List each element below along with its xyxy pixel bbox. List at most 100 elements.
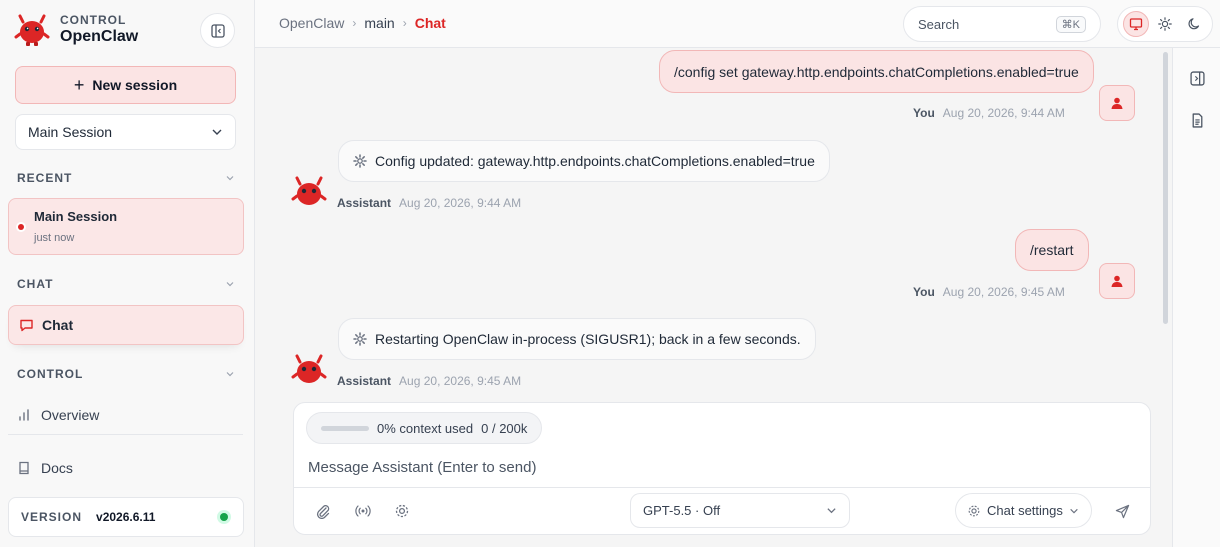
search-shortcut: ⌘K (1055, 15, 1086, 33)
sun-icon (1158, 17, 1172, 31)
gear-icon (353, 332, 367, 346)
broadcast-icon (355, 505, 371, 517)
monitor-icon (1130, 18, 1143, 31)
user-icon (1111, 275, 1123, 287)
message-text: Config updated: gateway.http.endpoints.c… (375, 153, 815, 169)
attach-button[interactable] (312, 500, 334, 522)
message-time: Aug 20, 2026, 9:45 AM (942, 285, 1065, 299)
chevron-down-icon (226, 282, 234, 287)
session-select-value: Main Session (28, 124, 113, 140)
send-icon (1115, 504, 1129, 518)
message-author: Assistant (337, 374, 392, 388)
version-panel: VERSION v2026.6.11 (8, 497, 244, 537)
assistant-avatar (291, 354, 327, 383)
recent-section-header[interactable]: RECENT (17, 171, 235, 185)
breadcrumb-openclaw[interactable]: OpenClaw (279, 15, 344, 31)
theme-switcher (1117, 6, 1213, 42)
new-session-label: New session (92, 77, 178, 93)
sidebar-item-label: Chat (42, 317, 74, 333)
message-text: /config set gateway.http.endpoints.chatC… (674, 63, 1079, 80)
chat-heading: CHAT (17, 277, 54, 291)
breadcrumb-current: Chat (414, 15, 446, 31)
moon-icon (1188, 18, 1199, 30)
user-message-bubble: /config set gateway.http.endpoints.chatC… (659, 50, 1094, 93)
send-button[interactable] (1111, 500, 1133, 522)
chat-settings-button[interactable]: Chat settings (955, 493, 1092, 528)
chevron-down-icon (827, 508, 836, 514)
control-heading: CONTROL (17, 367, 84, 381)
message-meta: You Aug 20, 2026, 9:45 AM (913, 285, 1065, 299)
breadcrumb-main[interactable]: main (364, 15, 394, 31)
document-button[interactable] (1183, 106, 1211, 134)
message-time: Aug 20, 2026, 9:44 AM (942, 106, 1065, 120)
new-session-button[interactable]: + New session (15, 66, 236, 104)
right-rail (1172, 48, 1220, 547)
gear-icon (353, 154, 367, 168)
model-select[interactable]: GPT-5.5 · Off (630, 493, 850, 528)
breadcrumb: OpenClaw › main › Chat (279, 15, 446, 31)
context-usage-label: 0% context used (377, 420, 474, 436)
version-value: v2026.6.11 (96, 510, 156, 524)
sidebar-item-overview[interactable]: Overview (17, 400, 243, 430)
user-message-bubble: /restart (1015, 229, 1089, 271)
brand-kicker: CONTROL (60, 13, 127, 27)
plus-icon: + (73, 75, 85, 95)
recent-session-time: just now (34, 232, 75, 244)
paperclip-icon (316, 505, 330, 519)
collapse-sidebar-button[interactable] (200, 13, 235, 48)
book-icon (19, 461, 29, 475)
voice-button[interactable] (352, 500, 374, 522)
assistant-message-bubble: Config updated: gateway.http.endpoints.c… (338, 140, 830, 182)
session-select[interactable]: Main Session (15, 114, 236, 150)
control-section-header[interactable]: CONTROL (17, 367, 235, 381)
message-text: Restarting OpenClaw in-process (SIGUSR1)… (375, 331, 801, 347)
chevron-down-icon (1070, 508, 1078, 513)
theme-dark-button[interactable] (1181, 11, 1207, 37)
sidebar-item-docs[interactable]: Docs (17, 453, 243, 483)
recent-heading: RECENT (17, 171, 73, 185)
context-usage-count: 0 / 200k (481, 420, 528, 436)
context-usage-pill[interactable]: 0% context used 0 / 200k (306, 412, 543, 444)
assistant-message-bubble: Restarting OpenClaw in-process (SIGUSR1)… (338, 318, 816, 360)
toggle-panel-button[interactable] (1183, 64, 1211, 92)
chat-bubble-icon (20, 319, 33, 331)
version-label: VERSION (21, 510, 83, 524)
user-avatar (1099, 85, 1135, 121)
user-avatar (1099, 263, 1135, 299)
search-input[interactable]: Search ⌘K (903, 6, 1101, 42)
search-placeholder: Search (918, 16, 960, 32)
message-input[interactable] (308, 456, 1128, 478)
message-author: You (913, 285, 935, 299)
message-text: /restart (1030, 242, 1074, 258)
sidebar-divider (8, 434, 243, 435)
document-icon (1192, 112, 1202, 128)
breadcrumb-separator-icon: › (352, 16, 357, 30)
chat-scrollbar[interactable] (1163, 52, 1168, 324)
message-time: Aug 20, 2026, 9:44 AM (399, 196, 522, 210)
sidebar-item-label: Docs (41, 460, 73, 476)
theme-system-button[interactable] (1123, 11, 1150, 37)
chevron-down-icon (226, 372, 234, 377)
model-select-value: GPT-5.5 · Off (643, 503, 721, 518)
theme-light-button[interactable] (1152, 11, 1178, 37)
sidebar-item-chat[interactable]: Chat (8, 305, 244, 345)
connection-status-icon (217, 510, 231, 524)
recent-session-item[interactable]: Main Session just now (8, 198, 244, 255)
chevron-down-icon (212, 129, 222, 135)
chat-settings-label: Chat settings (987, 503, 1063, 518)
message-composer: 0% context used 0 / 200k GPT-5.5 · Off C… (293, 402, 1151, 535)
chevron-down-icon (226, 176, 234, 181)
assistant-avatar (291, 176, 327, 205)
message-meta: You Aug 20, 2026, 9:44 AM (913, 106, 1065, 120)
gear-icon (395, 504, 409, 518)
active-dot-icon (18, 224, 24, 230)
openclaw-logo-icon (14, 14, 50, 46)
sidebar-toggle-icon (210, 23, 225, 38)
message-author: You (913, 106, 935, 120)
message-author: Assistant (337, 196, 392, 210)
chat-section-header[interactable]: CHAT (17, 277, 235, 291)
tools-settings-button[interactable] (391, 500, 413, 522)
brand[interactable]: CONTROL OpenClaw (14, 12, 138, 48)
chat-thread[interactable]: /config set gateway.http.endpoints.chatC… (255, 48, 1172, 547)
recent-session-title: Main Session (34, 209, 118, 224)
